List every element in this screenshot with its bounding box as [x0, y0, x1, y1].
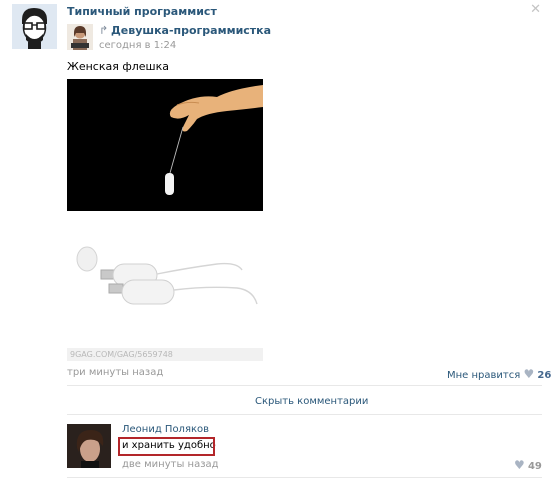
post-photo-hand[interactable] [67, 79, 263, 211]
repost-icon: ↱ [99, 24, 109, 37]
post-text: Женская флешка [67, 60, 170, 73]
programmer-avatar-image [12, 4, 57, 49]
heart-icon: ♥ [523, 367, 535, 381]
comment-avatar[interactable] [67, 424, 111, 468]
usb-flash-drive-image [67, 224, 263, 348]
comment-like-button[interactable]: ♥ 49 [514, 458, 542, 472]
divider [67, 385, 542, 386]
repost-avatar-image [67, 24, 93, 50]
comment-author-link[interactable]: Леонид Поляков [122, 424, 209, 435]
divider [67, 477, 542, 478]
like-button[interactable]: Мне нравится ♥ 26 [447, 367, 551, 381]
heart-icon: ♥ [514, 458, 525, 472]
close-icon[interactable]: ✕ [530, 2, 541, 17]
post-author-link[interactable]: Типичный программист [67, 5, 217, 18]
repost-avatar[interactable] [67, 24, 93, 50]
like-count: 26 [537, 370, 552, 381]
divider [67, 414, 542, 415]
repost-author-link[interactable]: Девушка-программистка [111, 24, 271, 37]
highlight-frame [118, 437, 215, 456]
avatar[interactable] [12, 4, 57, 49]
repost-time[interactable]: сегодня в 1:24 [99, 40, 176, 51]
hide-comments-link[interactable]: Скрыть комментарии [255, 396, 368, 407]
photo-watermark: 9GAG.COM/GAG/5659748 [67, 348, 263, 361]
comment-like-count: 49 [527, 461, 542, 472]
post-time[interactable]: три минуты назад [67, 367, 163, 378]
post-photo-usb[interactable]: 9GAG.COM/GAG/5659748 [67, 224, 263, 361]
like-label: Мне нравится [447, 370, 521, 381]
hand-holding-tampon-image [67, 79, 263, 211]
commenter-photo [67, 424, 111, 468]
comment-time[interactable]: две минуты назад [122, 459, 219, 470]
